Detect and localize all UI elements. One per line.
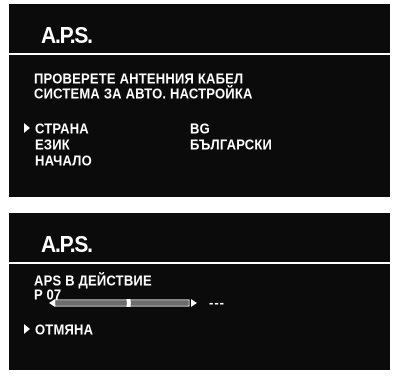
screen-title: A.P.S.: [41, 232, 93, 258]
bar-left-arrow-icon: [49, 299, 55, 307]
menu-value-country: BG: [190, 119, 210, 137]
menu-label-country: СТРАНА: [35, 119, 89, 137]
cancel-button[interactable]: ОТМЯНА: [35, 322, 93, 337]
menu-label-start: НАЧАЛО: [35, 151, 92, 169]
bar-position-marker: [126, 299, 131, 307]
selection-cursor-icon: [24, 123, 30, 133]
bar-ticks: [56, 301, 188, 305]
selection-cursor-icon: [24, 324, 30, 334]
menu-value-language: БЪЛГАРСКИ: [190, 135, 273, 153]
menu-label-language: ЕЗИК: [35, 135, 70, 153]
frequency-readout: ---: [209, 295, 225, 310]
screen-title: A.P.S.: [41, 23, 93, 49]
aps-setup-screen: A.P.S. ПРОВЕРЕТЕ АНТЕННИЯ КАБЕЛ СИСТЕМА …: [9, 4, 390, 197]
search-progress-bar: [49, 299, 197, 307]
check-antenna-text: ПРОВЕРЕТЕ АНТЕННИЯ КАБЕЛ: [34, 69, 244, 87]
aps-progress-screen: A.P.S. APS В ДЕЙСТВИЕ P 07 --- ОТМЯНА: [9, 213, 390, 370]
title-divider: [9, 262, 390, 264]
auto-setup-text: СИСТЕМА ЗА АВТО. НАСТРОЙКА: [34, 84, 253, 102]
bar-right-arrow-icon: [191, 299, 197, 307]
title-divider: [9, 53, 390, 55]
